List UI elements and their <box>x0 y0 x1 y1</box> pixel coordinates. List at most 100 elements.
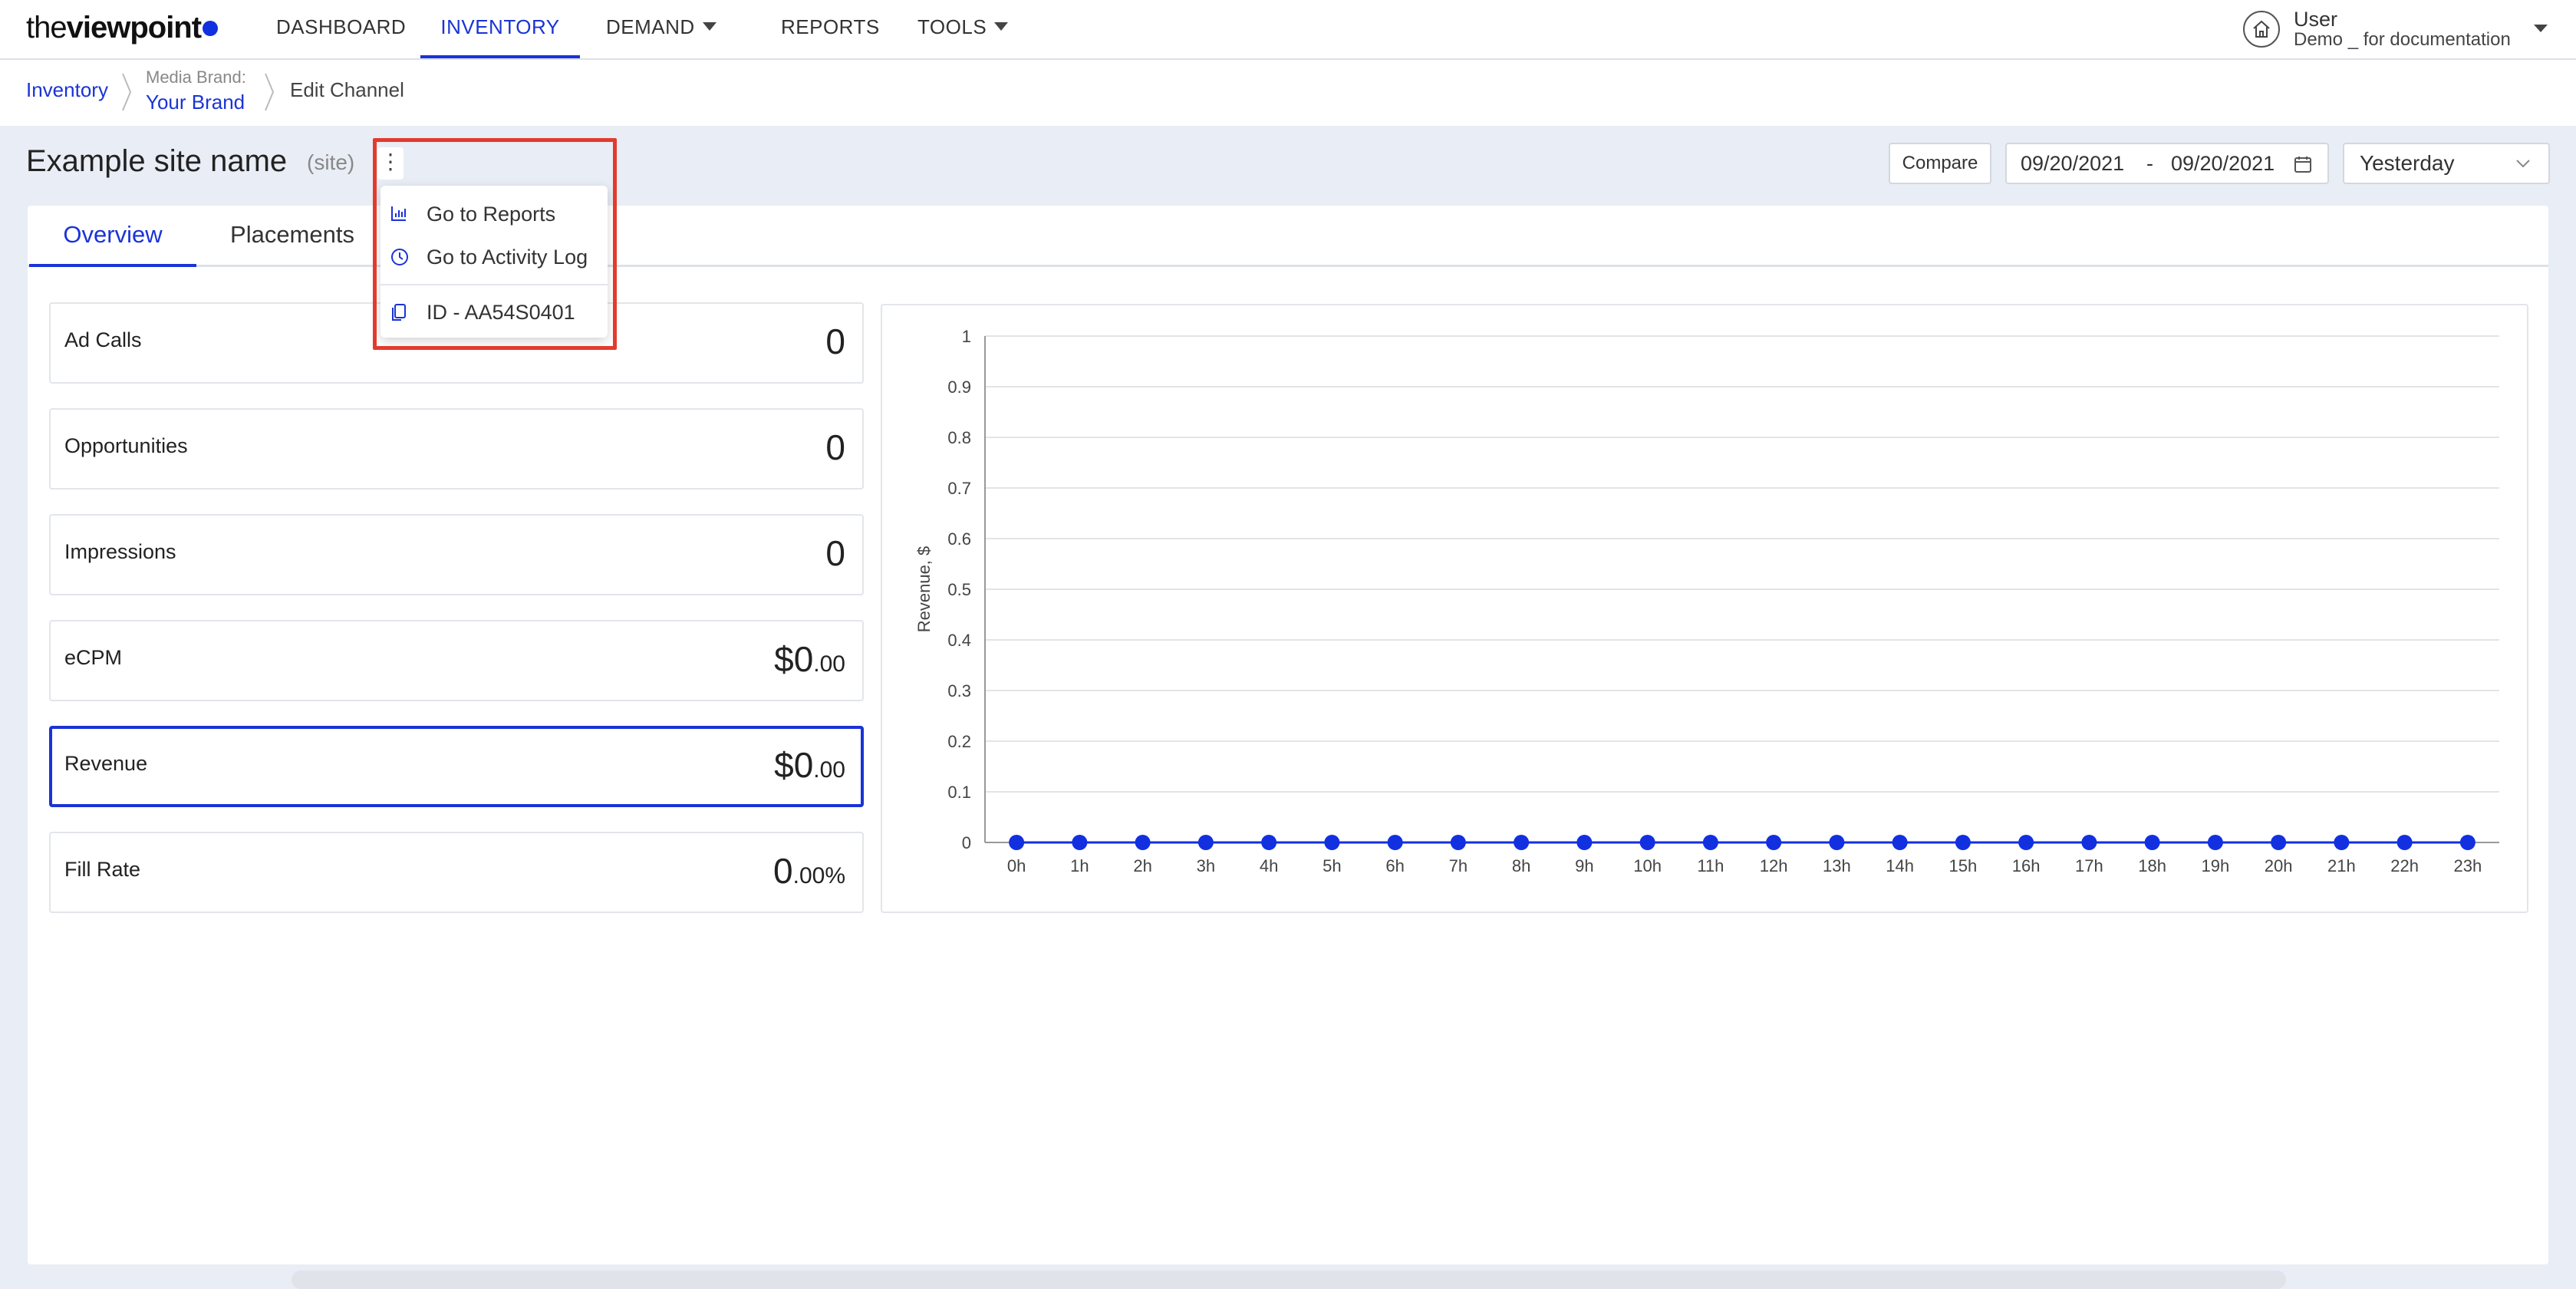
menu-item-copy-id[interactable]: ID - AA54S0401 <box>380 292 608 331</box>
data-point <box>1766 835 1782 850</box>
x-tick-label: 20h <box>2265 856 2293 875</box>
nav-tools[interactable]: TOOLS <box>917 0 1009 58</box>
brand-logo[interactable]: theviewpoint <box>26 11 219 45</box>
nav-dashboard[interactable]: DASHBOARD <box>276 0 406 58</box>
nav-inventory[interactable]: INVENTORY <box>420 0 580 58</box>
breadcrumb-separator-icon <box>122 73 132 111</box>
nav-demand[interactable]: DEMAND <box>606 0 716 58</box>
x-tick-label: 8h <box>1512 856 1530 875</box>
data-point <box>1261 835 1277 850</box>
data-point <box>1514 835 1530 850</box>
data-point <box>1072 835 1088 850</box>
data-point <box>1639 835 1655 850</box>
data-point <box>1009 835 1025 850</box>
metric-value: 0 <box>825 321 845 361</box>
period-select[interactable]: Yesterday <box>2343 143 2550 184</box>
x-tick-label: 23h <box>2454 856 2482 875</box>
breadcrumb: Inventory Media Brand: Your Brand Edit C… <box>0 60 2576 126</box>
copy-icon <box>392 304 406 321</box>
x-tick-label: 1h <box>1070 856 1089 875</box>
x-tick-label: 22h <box>2390 856 2419 875</box>
user-org[interactable]: Demo _ for documentation <box>2294 29 2511 51</box>
compare-button[interactable]: Compare <box>1889 143 1991 184</box>
metric-label: Ad Calls <box>64 328 142 351</box>
x-tick-label: 16h <box>2012 856 2041 875</box>
bar-chart-icon <box>391 206 406 221</box>
breadcrumb-brand-label: Media Brand: <box>146 68 246 87</box>
user-name[interactable]: User <box>2294 8 2337 31</box>
x-tick-label: 17h <box>2075 856 2103 875</box>
y-axis-label: Revenue, $ <box>914 546 934 633</box>
metric-card-revenue[interactable]: Revenue $0.00 <box>49 726 864 807</box>
revenue-chart: 0 0.1 0.2 0.3 0.4 0.5 0.6 0.7 0.8 0.9 1 Revenue, $ 0… <box>881 304 2528 913</box>
tab-overview[interactable]: Overview <box>29 221 196 267</box>
date-range-picker[interactable]: 09/20/2021 - 09/20/2021 <box>2005 143 2329 184</box>
data-point <box>1324 835 1340 850</box>
tab-placements[interactable]: Placements <box>219 221 365 267</box>
x-tick-label: 2h <box>1133 856 1151 875</box>
y-tick-label: 0.5 <box>947 580 971 599</box>
y-tick-label: 0 <box>962 833 971 852</box>
y-tick-label: 0.4 <box>947 631 971 650</box>
x-tick-label: 19h <box>2202 856 2230 875</box>
y-tick-label: 0.7 <box>947 479 971 498</box>
menu-divider <box>380 284 608 285</box>
breadcrumb-current: Edit Channel <box>290 78 404 101</box>
main-panel: Overview Placements Ad Calls 0 Opportuni… <box>28 206 2548 1264</box>
page-title: Example site name <box>26 144 288 178</box>
menu-item-label: Go to Activity Log <box>427 246 588 269</box>
nav-reports[interactable]: REPORTS <box>781 0 880 58</box>
data-point <box>1829 835 1845 850</box>
data-point <box>2459 835 2476 850</box>
x-tick-label: 14h <box>1886 856 1914 875</box>
x-tick-label: 7h <box>1449 856 1468 875</box>
clock-icon <box>391 249 408 265</box>
menu-item-go-to-reports[interactable]: Go to Reports <box>380 193 608 233</box>
data-point <box>2144 835 2160 850</box>
more-options-kebab-icon[interactable]: ⋮ <box>377 147 404 180</box>
x-tick-label: 5h <box>1323 856 1341 875</box>
y-tick-label: 0.1 <box>947 783 971 802</box>
x-tick-label: 15h <box>1949 856 1978 875</box>
data-point <box>2271 835 2287 850</box>
nav-demand-label: DEMAND <box>606 15 695 38</box>
metric-card-ecpm[interactable]: eCPM $0.00 <box>49 620 864 701</box>
period-select-value: Yesterday <box>2360 151 2455 175</box>
home-icon[interactable] <box>2243 11 2280 48</box>
menu-item-label: ID - AA54S0401 <box>427 301 575 324</box>
data-point <box>1576 835 1593 850</box>
nav-inventory-label: INVENTORY <box>440 15 560 38</box>
metric-value: 0 <box>825 427 845 467</box>
metric-value: $0.00 <box>774 639 845 679</box>
nav-reports-label: REPORTS <box>781 15 880 38</box>
nav-tools-label: TOOLS <box>917 15 987 38</box>
logo-dot <box>203 21 219 36</box>
metric-card-impressions[interactable]: Impressions 0 <box>49 514 864 595</box>
logo-text-viewpoint: viewpoint <box>66 11 202 45</box>
x-tick-label: 0h <box>1007 856 1026 875</box>
x-tick-label: 6h <box>1385 856 1404 875</box>
y-tick-label: 0.3 <box>947 681 971 701</box>
x-tick-label: 12h <box>1760 856 1788 875</box>
y-tick-label: 0.9 <box>947 377 971 397</box>
metric-card-fill-rate[interactable]: Fill Rate 0.00% <box>49 832 864 913</box>
x-tick-label: 10h <box>1633 856 1662 875</box>
breadcrumb-brand[interactable]: Your Brand <box>146 91 245 114</box>
metric-value: 0.00% <box>773 851 845 891</box>
metric-label: Fill Rate <box>64 858 141 881</box>
menu-item-go-to-activity-log[interactable]: Go to Activity Log <box>380 236 608 276</box>
bottom-scroll-shadow <box>292 1271 2286 1289</box>
metric-card-opportunities[interactable]: Opportunities 0 <box>49 408 864 490</box>
metric-label: Opportunities <box>64 434 188 457</box>
metric-label: eCPM <box>64 646 123 669</box>
x-tick-label: 3h <box>1197 856 1215 875</box>
breadcrumb-inventory[interactable]: Inventory <box>26 78 108 102</box>
user-menu-chevron-icon[interactable] <box>2533 23 2548 38</box>
data-point <box>2081 835 2097 850</box>
more-options-menu: Go to Reports Go to Activity Log ID - AA… <box>380 186 608 338</box>
y-tick-label: 0.6 <box>947 529 971 549</box>
x-tick-label: 18h <box>2138 856 2166 875</box>
date-separator: - <box>2146 152 2153 175</box>
metric-label: Revenue <box>64 752 148 775</box>
chevron-down-icon <box>702 22 716 31</box>
